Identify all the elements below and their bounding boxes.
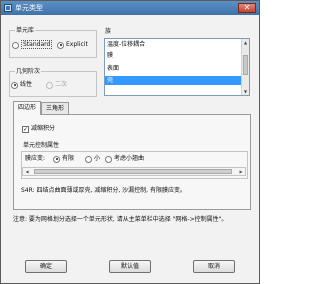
membrane-strain-label: 膜应变: (25, 155, 46, 162)
radio-membrane-small-warping-label: 考虑小翘曲 (114, 155, 145, 162)
radio-linear-label: 线性 (20, 81, 33, 88)
ok-button[interactable]: 确定 (25, 260, 67, 273)
family-label: 族 (105, 28, 112, 35)
defaults-button[interactable]: 默认值 (109, 260, 151, 273)
geometric-order-group: 几何阶次 线性 二次 (9, 68, 97, 97)
tab-tri[interactable]: 三角形 (41, 102, 69, 114)
reduced-integration-label: 减缩积分 (31, 125, 56, 132)
family-item-membrane[interactable]: 膜 (107, 51, 113, 60)
radio-quadratic[interactable]: 二次 (46, 81, 67, 90)
scroll-down-icon[interactable]: ▼ (242, 88, 249, 95)
radio-linear-indicator[interactable] (11, 81, 18, 89)
family-item-surface[interactable]: 表面 (107, 64, 119, 73)
radio-explicit[interactable]: Explicit (57, 41, 88, 50)
family-listbox[interactable]: 温度-位移耦合 膜 表面 壳 ▲ ▼ (104, 38, 250, 96)
radio-linear[interactable]: 线性 (11, 81, 32, 90)
cancel-button[interactable]: 取消 (193, 260, 235, 273)
radio-membrane-small-label: 小 (94, 155, 101, 162)
element-description: S4R: 四结点曲面薄或厚壳, 减缩积分, 沙漏控制, 有限膜应变。 (21, 187, 186, 194)
element-library-group: 单元库 Standard Explicit (9, 27, 97, 58)
close-icon: ✕ (243, 3, 251, 12)
element-controls-scroll-thumb[interactable] (34, 169, 232, 174)
element-type-dialog: 单元类型 ✕ 单元库 Standard Explicit 几何阶次 线性 二次 … (0, 0, 260, 284)
radio-membrane-finite-label: 有限 (62, 155, 75, 162)
element-controls-legend: 单元控制属性 (23, 142, 60, 149)
family-scrollbar[interactable]: ▲ ▼ (241, 39, 249, 95)
radio-standard[interactable]: Standard (12, 40, 53, 50)
close-button[interactable]: ✕ (238, 3, 256, 13)
scroll-left-icon[interactable]: ◀ (23, 168, 31, 175)
reduced-integration-check-indicator[interactable] (22, 125, 29, 134)
radio-explicit-indicator[interactable] (57, 41, 64, 49)
radio-quadratic-label: 二次 (55, 81, 68, 88)
dialog-title: 单元类型 (15, 4, 43, 12)
element-controls-scrollbar[interactable]: ◀ ▶ (22, 167, 246, 176)
app-icon (4, 4, 12, 12)
scroll-up-icon[interactable]: ▲ (242, 39, 249, 46)
reduced-integration-checkbox[interactable]: 减缩积分 (22, 125, 55, 134)
tab-quad[interactable]: 四边形 (13, 101, 41, 115)
radio-standard-indicator[interactable] (12, 41, 19, 49)
radio-membrane-small-indicator[interactable] (85, 155, 92, 163)
family-item-coupled-temp-disp[interactable]: 温度-位移耦合 (107, 40, 145, 49)
radio-membrane-small-warping[interactable]: 考虑小翘曲 (105, 155, 144, 164)
family-scroll-thumb[interactable] (243, 55, 248, 75)
element-library-legend: 单元库 (15, 27, 36, 34)
radio-membrane-finite[interactable]: 有限 (53, 155, 74, 164)
scroll-right-icon[interactable]: ▶ (237, 168, 245, 175)
radio-membrane-small[interactable]: 小 (85, 155, 100, 164)
family-item-shell[interactable]: 壳 (105, 76, 242, 85)
geometric-order-legend: 几何阶次 (15, 68, 42, 75)
radio-quadratic-indicator[interactable] (46, 81, 53, 89)
radio-membrane-small-warping-indicator[interactable] (105, 155, 112, 163)
radio-standard-label: Standard (21, 40, 53, 49)
title-bar[interactable]: 单元类型 ✕ (1, 1, 259, 15)
radio-explicit-label: Explicit (66, 41, 88, 48)
meshing-note: 注意: 要为网格划分选择一个单元形状, 请从主菜单栏中选择 "网格->控制属性"… (13, 216, 228, 223)
radio-membrane-finite-indicator[interactable] (53, 155, 60, 163)
